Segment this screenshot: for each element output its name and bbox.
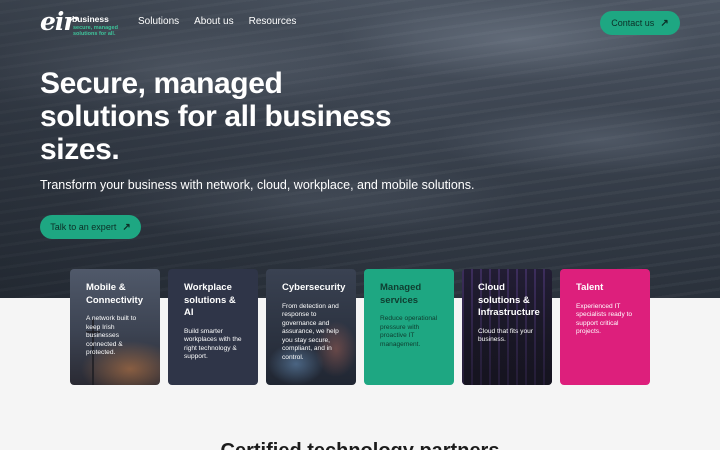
nav-about-us[interactable]: About us [194, 16, 233, 27]
card-title: Managed services [380, 282, 422, 306]
contact-us-button[interactable]: Contact us ↗ [600, 11, 680, 35]
logo-mark: eir [40, 7, 77, 36]
card-description: Experienced IT specialists ready to supp… [576, 302, 633, 336]
card-title: Talent [576, 282, 604, 293]
card-title: Workplace solutions & AI [184, 282, 236, 318]
card-title: Mobile & Connectivity [86, 282, 144, 306]
eir-business-logo[interactable]: eir business secure, managed solutions f… [40, 7, 120, 38]
logo-tagline: secure, managed solutions for all. [73, 25, 118, 37]
card-description: From detection and response to governanc… [282, 302, 339, 362]
hero-subtitle: Transform your business with network, cl… [40, 178, 475, 192]
card-mobile-connectivity[interactable]: Mobile & Connectivity A network built to… [70, 269, 160, 385]
card-managed-services[interactable]: Managed services Reduce operational pres… [364, 269, 454, 385]
solution-cards: Mobile & Connectivity A network built to… [70, 269, 650, 385]
card-talent[interactable]: Talent Experienced IT specialists ready … [560, 269, 650, 385]
card-description: A network built to keep Irish businesses… [86, 315, 137, 357]
card-description: Reduce operational pressure with proacti… [380, 315, 438, 348]
card-description: Build smarter workplaces with the right … [184, 327, 242, 361]
contact-us-label: Contact us [611, 18, 655, 28]
card-title: Cloud solutions & Infrastructure [478, 282, 540, 318]
main-nav: Solutions About us Resources [138, 16, 296, 27]
talk-to-expert-label: Talk to an expert [50, 222, 117, 232]
nav-resources[interactable]: Resources [249, 16, 297, 27]
talk-to-expert-button[interactable]: Talk to an expert ↗ [40, 215, 141, 239]
card-cybersecurity[interactable]: Cybersecurity From detection and respons… [266, 269, 356, 385]
nav-solutions[interactable]: Solutions [138, 16, 179, 27]
card-workplace-ai[interactable]: Workplace solutions & AI Build smarter w… [168, 269, 258, 385]
arrow-up-right-icon: ↗ [660, 17, 669, 29]
card-title: Cybersecurity [282, 282, 346, 293]
card-description: Cloud that fits your business. [478, 327, 533, 344]
card-cloud-infrastructure[interactable]: Cloud solutions & Infrastructure Cloud t… [462, 269, 552, 385]
hero-title: Secure, managed solutions for all busine… [40, 67, 392, 166]
hero-section: eir business secure, managed solutions f… [0, 0, 720, 298]
arrow-up-right-icon: ↗ [122, 221, 131, 233]
partners-section-title: Certified technology partners [0, 440, 720, 450]
logo-business: business [72, 14, 109, 24]
